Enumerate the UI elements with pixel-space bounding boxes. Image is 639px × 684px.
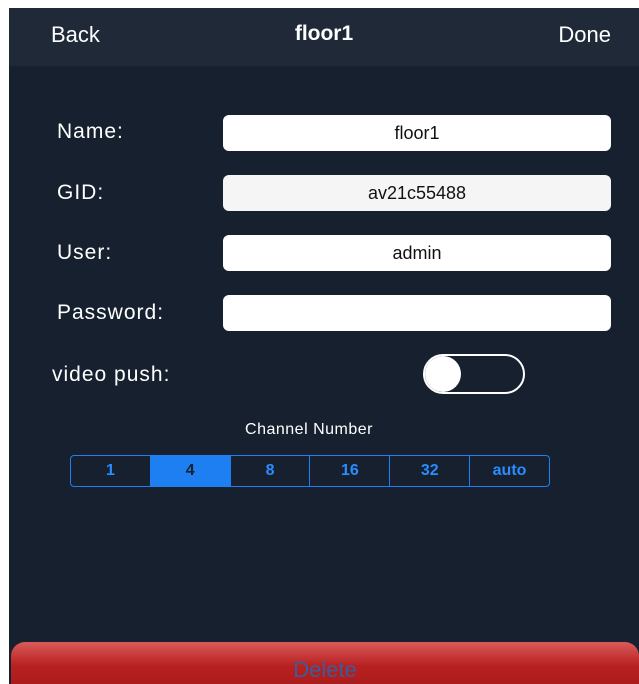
- delete-label: Delete: [293, 657, 357, 682]
- done-button[interactable]: Done: [558, 22, 611, 48]
- channel-option-32[interactable]: 32: [390, 456, 471, 486]
- video-push-label: video push:: [52, 363, 171, 386]
- password-label: Password:: [57, 301, 165, 324]
- channel-number-heading: Channel Number: [245, 421, 373, 438]
- user-field[interactable]: [223, 235, 611, 271]
- gid-label: GID:: [57, 181, 105, 204]
- delete-button[interactable]: Delete: [11, 642, 639, 684]
- gid-field[interactable]: [223, 175, 611, 211]
- channel-option-auto[interactable]: auto: [470, 456, 549, 486]
- name-label: Name:: [57, 120, 124, 143]
- channel-option-8[interactable]: 8: [231, 456, 311, 486]
- page-title: floor1: [294, 22, 354, 45]
- user-label: User:: [57, 241, 113, 264]
- device-settings-screen: floor1 Back Done Name: GID: User: Passwo…: [9, 8, 639, 684]
- back-button[interactable]: Back: [51, 22, 100, 48]
- channel-option-4[interactable]: 4: [150, 456, 231, 486]
- channel-option-1[interactable]: 1: [71, 456, 151, 486]
- video-push-toggle[interactable]: [423, 354, 525, 394]
- channel-option-16[interactable]: 16: [310, 456, 391, 486]
- password-field[interactable]: [223, 295, 611, 331]
- name-field[interactable]: [223, 115, 611, 151]
- channel-number-selector: 1 4 8 16 32 auto: [70, 455, 550, 487]
- navigation-bar: floor1 Back Done: [9, 8, 639, 66]
- toggle-knob: [425, 356, 461, 392]
